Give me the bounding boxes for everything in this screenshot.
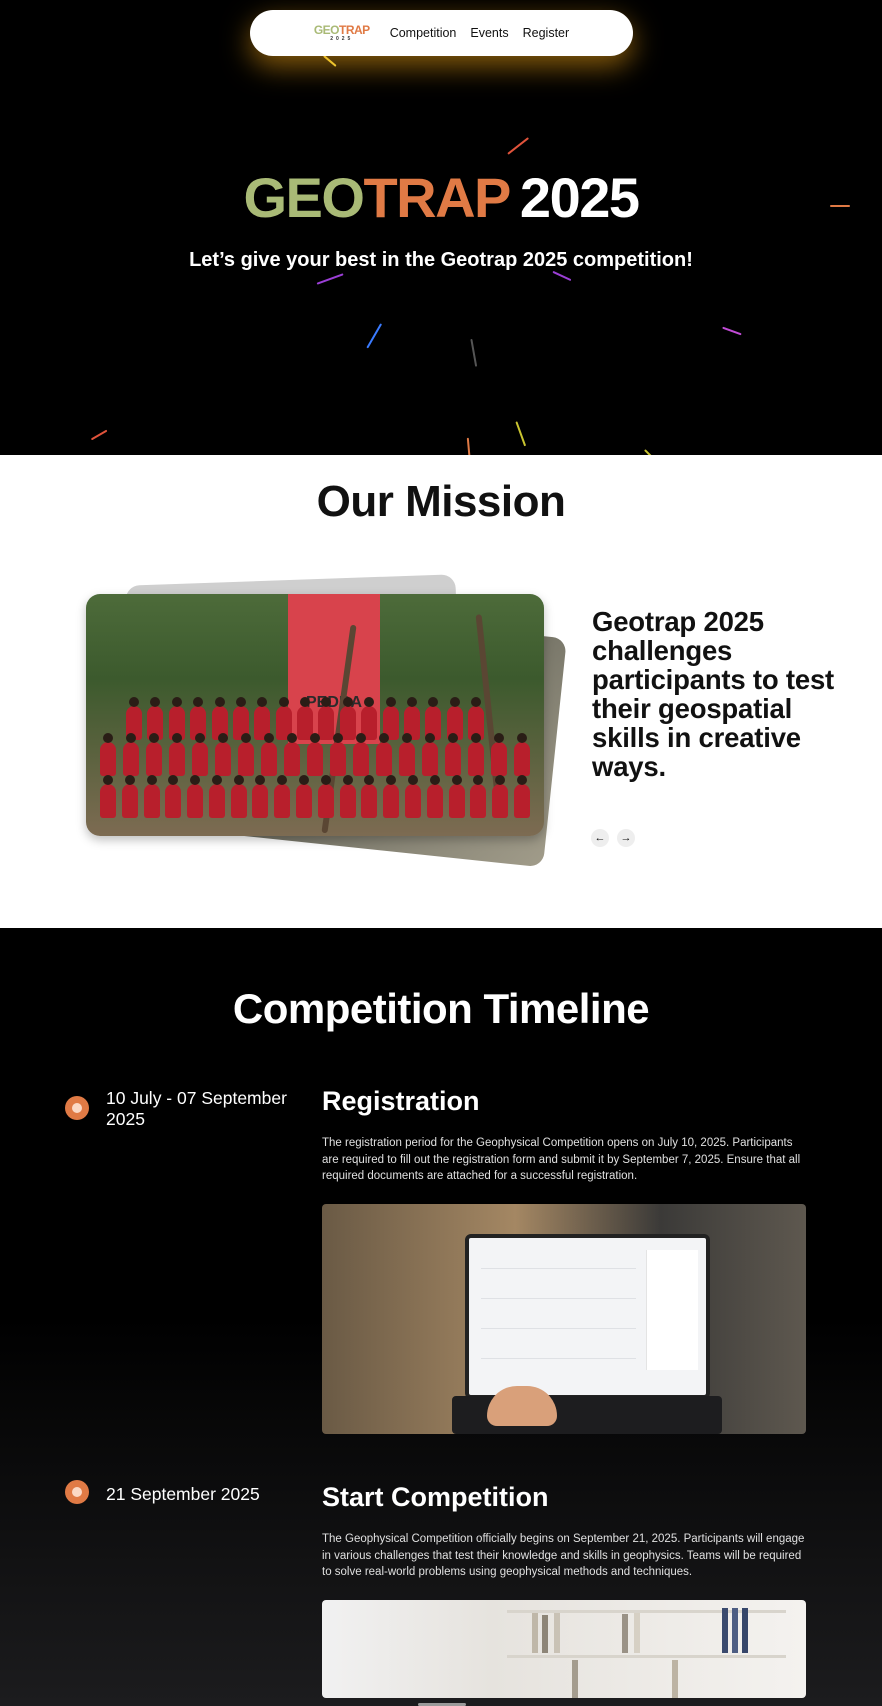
mission-statement: Geotrap 2025 challenges participants to … (592, 606, 835, 782)
logo-wordmark: GEOTRAP (314, 24, 370, 36)
decorative-streak (366, 323, 382, 349)
carousel-prev-button[interactable]: ← (591, 829, 609, 847)
top-navbar: GEOTRAP 2025 Competition Events Register (250, 10, 633, 56)
decorative-streak (722, 326, 742, 335)
nav-link-events[interactable]: Events (470, 26, 508, 40)
laptop-screen (465, 1234, 710, 1399)
logo-trap: TRAP (339, 23, 370, 37)
competition-image (322, 1600, 806, 1698)
hero-title-geo: GEO (243, 166, 365, 229)
registration-image (322, 1204, 806, 1434)
crowd-row (100, 775, 530, 818)
timeline-date: 10 July - 07 September 2025 (106, 1088, 287, 1129)
logo-geo: GEO (313, 23, 340, 37)
decorative-streak (90, 429, 108, 440)
arrow-left-icon: ← (594, 832, 606, 844)
decorative-streak (323, 55, 337, 67)
timeline-heading: Start Competition (322, 1482, 549, 1512)
timeline-section: Competition Timeline 10 July - 07 Septem… (0, 928, 882, 1706)
decorative-streak (470, 338, 478, 367)
timeline-description: The Geophysical Competition officially b… (322, 1533, 805, 1578)
hero-title-trap: TRAP (363, 166, 511, 229)
timeline-title: Competition Timeline (232, 985, 650, 1032)
hero-section: GEOTRAP 2025 Let’s give your best in the … (0, 0, 882, 455)
mission-title: Our Mission (316, 477, 566, 526)
timeline-date: 21 September 2025 (106, 1484, 260, 1504)
team-photo: PEDRA (86, 594, 544, 836)
timeline-heading: Registration (322, 1086, 480, 1116)
arrow-right-icon: → (620, 832, 632, 844)
mission-section: Our Mission PEDRA Geotrap 2025 challenge… (0, 455, 882, 928)
photo-card-stack[interactable]: PEDRA (86, 574, 567, 880)
decorative-streak (316, 273, 344, 285)
geotrap-logo[interactable]: GEOTRAP 2025 (314, 24, 370, 42)
decorative-streak (507, 137, 529, 155)
nav-link-register[interactable]: Register (523, 26, 570, 40)
hero-subtitle: Let’s give your best in the Geotrap 2025… (189, 249, 693, 271)
decorative-streak (552, 270, 572, 281)
carousel-next-button[interactable]: → (617, 829, 635, 847)
hero-title: GEOTRAP 2025 (0, 165, 882, 231)
logo-year: 2025 (330, 36, 354, 42)
timeline-dot (65, 1096, 89, 1120)
timeline-description: The registration period for the Geophysi… (322, 1137, 801, 1182)
decorative-streak (467, 437, 471, 455)
hero-title-year: 2025 (519, 166, 640, 229)
decorative-streak (515, 421, 527, 447)
timeline-dot (65, 1480, 89, 1504)
crowd-row (100, 733, 530, 776)
nav-link-competition[interactable]: Competition (390, 26, 457, 40)
